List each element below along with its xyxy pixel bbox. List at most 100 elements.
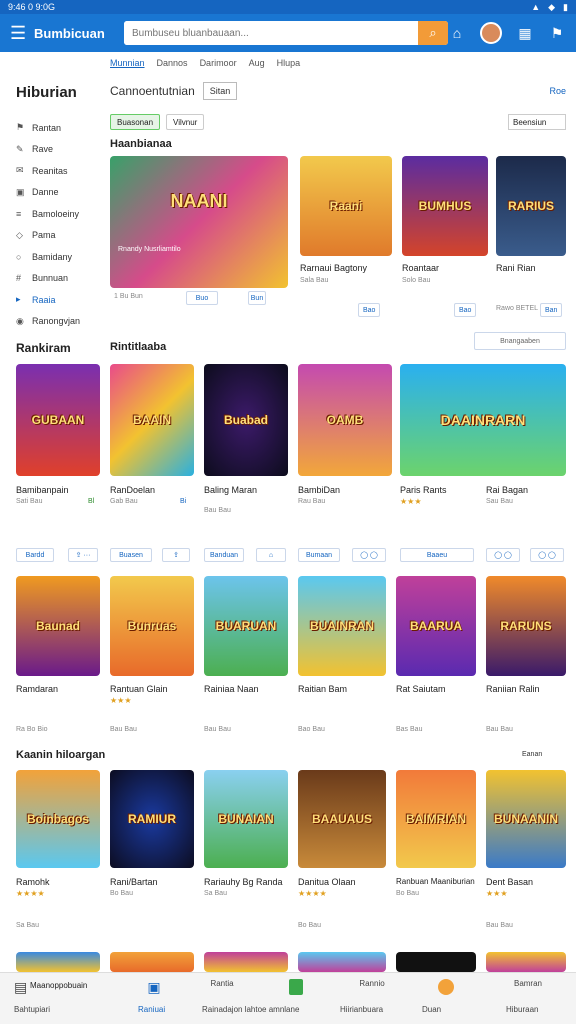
chat-icon[interactable]: ◯ ◯ [352, 548, 386, 562]
game-tile-r4-1[interactable]: Boinbagos [16, 770, 100, 868]
card-title: RanDoelan [110, 485, 156, 495]
sidebar-item-8[interactable]: # Bunnuan [0, 268, 100, 290]
tile-art: BAARUA [410, 619, 462, 633]
game-tile-r4-5[interactable]: BAIMRIAN [396, 770, 476, 868]
game-tile-r2-1[interactable]: GUBAAN [16, 364, 100, 476]
row-button[interactable]: Baaeu [400, 548, 474, 562]
sidebar-item-1[interactable]: ⚑ Rantan [0, 117, 100, 139]
flag-icon[interactable]: ⚑ [548, 24, 566, 42]
sidebar-item-4[interactable]: ▣ Danne [0, 182, 100, 204]
game-tile-r3-1[interactable]: Baunad [16, 576, 100, 676]
grid-icon[interactable]: ▦ [516, 24, 534, 42]
cart-icon[interactable]: ⌂ [256, 548, 286, 562]
status-bar: 9:46 0 9:0G ▲ ◆ ▮ [0, 0, 576, 14]
chat-icon[interactable]: ◯ ◯ [530, 548, 564, 562]
game-tile-peek[interactable] [298, 952, 386, 972]
game-tile-r3-2[interactable]: Bunruas [110, 576, 194, 676]
row-button[interactable]: Buasen [110, 548, 152, 562]
game-tile-r3-6[interactable]: RARUNS [486, 576, 566, 676]
game-tile-r2-4[interactable]: OAMB [298, 364, 392, 476]
menu-icon[interactable]: ☰ [10, 23, 30, 44]
chip-1[interactable]: Buasonan [110, 114, 161, 130]
card-sub: Bo Bau [110, 890, 133, 897]
avatar[interactable] [480, 22, 502, 44]
tile-art: BUARUAN [215, 619, 277, 633]
search-button[interactable]: ⌕ [418, 21, 448, 45]
game-tile-peek[interactable] [110, 952, 194, 972]
card-sub: Bas Bau [396, 726, 423, 733]
subtab-1[interactable]: Munnian [110, 58, 145, 68]
subtab-2[interactable]: Dannos [157, 58, 188, 68]
game-tile-r3-4[interactable]: BUAINRAN [298, 576, 386, 676]
game-tile-peek[interactable] [204, 952, 288, 972]
nav-sub-4: Hiirianbuara [340, 1005, 384, 1014]
play-icon: ▸ [16, 294, 21, 305]
game-tile-r3-5[interactable]: BAARUA [396, 576, 476, 676]
game-tile-r3-3[interactable]: BUARUAN [204, 576, 288, 676]
row-button[interactable]: Bumaan [298, 548, 340, 562]
sidebar-item-6[interactable]: ◇ Pama [0, 225, 100, 247]
top-bar: ☰ Bumbicuan ⌕ ⌂ ▦ ⚑ [0, 14, 576, 52]
card-title: Ramohk [16, 877, 50, 887]
card-title: Rani/Bartan [110, 877, 158, 887]
sidebar-item-2[interactable]: ✎ Rave [0, 139, 100, 161]
section-search[interactable]: Bnangaaben [474, 332, 566, 350]
game-tile-top-1[interactable]: Raani [300, 156, 392, 256]
game-tile-peek[interactable] [396, 952, 476, 972]
tile-art: BAIMRIAN [406, 812, 466, 826]
search-input[interactable] [124, 21, 418, 45]
subtab-4[interactable]: Aug [249, 58, 265, 68]
share-icon[interactable]: ⇪ [162, 548, 190, 562]
hash-icon: # [16, 273, 22, 284]
filter-pill[interactable]: Sitan [202, 82, 238, 100]
brand-logo[interactable]: Bumbicuan [34, 26, 114, 41]
sidebar-item-5[interactable]: ≡ Bamoloeiny [0, 203, 100, 225]
bottom-nav: ▤ Maanoppobuain ▣ Rantia Rannio Bamran B… [0, 972, 576, 1024]
card-sub: Bau Bau [110, 726, 137, 733]
nav-sub-5: Duan [422, 1005, 442, 1014]
featured-banner[interactable]: NAANI Rnandy Nusrliamtilo [110, 156, 288, 288]
sidebar-item-10[interactable]: ◉ Ranongvjan [0, 311, 100, 333]
store-icon[interactable]: ⌂ [448, 24, 466, 42]
status-icons: ▲ ◆ ▮ [531, 2, 568, 13]
chat-icon[interactable]: ◯ ◯ [486, 548, 520, 562]
card-title: Ramdaran [16, 684, 59, 694]
game-tile-r4-3[interactable]: BUNAIAN [204, 770, 288, 868]
card-button[interactable]: Ban [540, 303, 563, 317]
row-button[interactable]: Banduan [204, 548, 244, 562]
sidebar-item-3[interactable]: ✉ Reanitas [0, 160, 100, 182]
card-button[interactable]: Bao [454, 303, 477, 317]
subtab-5[interactable]: Hlupa [277, 58, 301, 68]
card-title: Rani Rian [496, 263, 536, 273]
game-tile-r2-5[interactable]: DAAINRARN [400, 364, 566, 476]
tile-art: Raani [329, 199, 363, 213]
sort-select[interactable]: Beensiun [508, 114, 566, 130]
game-tile-peek[interactable] [486, 952, 566, 972]
see-more-link[interactable]: Eanan [522, 751, 542, 758]
game-tile-r2-3[interactable]: Buabad [204, 364, 288, 476]
chip-2[interactable]: Vilvnur [166, 114, 205, 130]
topbar-icons: ⌂ ▦ ⚑ [448, 22, 566, 44]
card-button[interactable]: Bao [358, 303, 381, 317]
game-tile-r2-2[interactable]: BAAIN [110, 364, 194, 476]
card-title: Rainiaa Naan [204, 684, 259, 694]
share-icon[interactable]: ⇪ ··· [68, 548, 98, 562]
game-tile-peek[interactable] [16, 952, 100, 972]
card-title: Rai Bagan [486, 485, 529, 495]
game-tile-r4-6[interactable]: BUNAANIN [486, 770, 566, 868]
featured-btn-2[interactable]: Bun [248, 291, 266, 305]
sidebar-item-7[interactable]: ○ Bamidany [0, 246, 100, 268]
row-button[interactable]: Bardd [16, 548, 54, 562]
game-tile-top-2[interactable]: BUMHUS [402, 156, 488, 256]
game-tile-r4-2[interactable]: RAMIUR [110, 770, 194, 868]
tile-art: OAMB [326, 413, 364, 427]
see-all-link[interactable]: Roe [549, 86, 566, 96]
featured-btn-1[interactable]: Buo [186, 291, 218, 305]
sidebar-item-9[interactable]: ▸ Raaia [0, 289, 100, 311]
green-square-icon [289, 979, 303, 995]
game-tile-top-3[interactable]: RARIUS [496, 156, 566, 256]
nav-user[interactable]: Bamran [480, 979, 576, 988]
subtab-3[interactable]: Darimoor [200, 58, 237, 68]
game-tile-r4-4[interactable]: BAAUAUS [298, 770, 386, 868]
sidebar-item-label: Ranongvjan [32, 316, 81, 327]
